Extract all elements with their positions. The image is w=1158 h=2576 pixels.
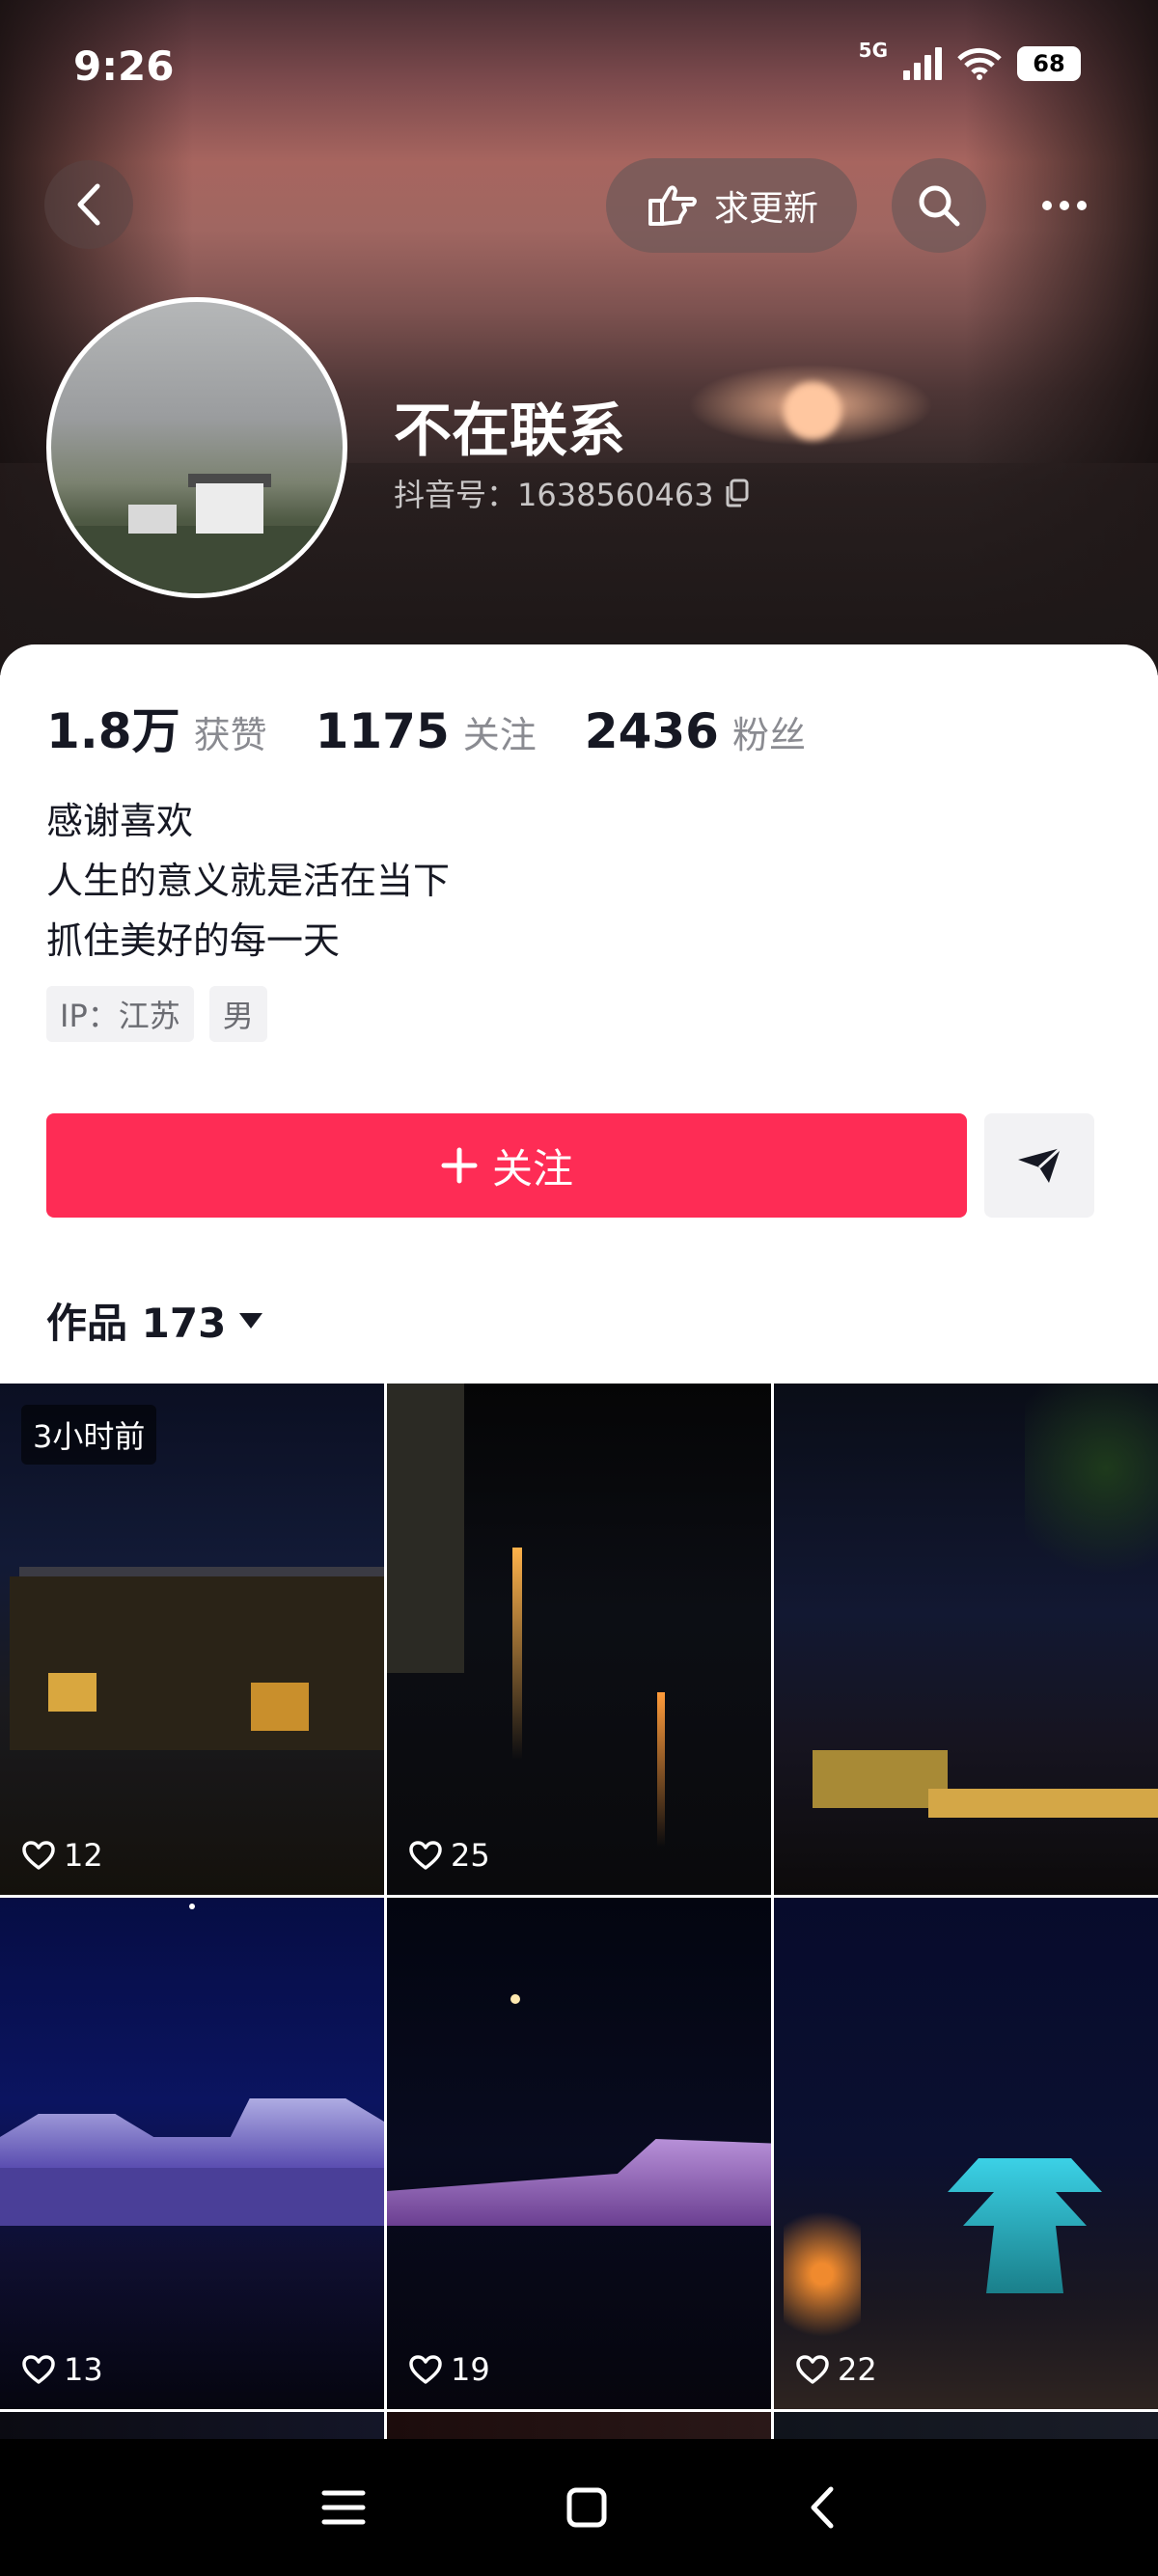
status-bar: 9:26 5G 68 bbox=[0, 0, 1158, 135]
caret-down-icon bbox=[239, 1312, 263, 1329]
menu-icon[interactable] bbox=[321, 2488, 366, 2527]
like-count: 25 bbox=[408, 1837, 490, 1874]
back-icon[interactable] bbox=[808, 2485, 837, 2530]
like-count: 22 bbox=[795, 2351, 877, 2388]
network-type: 5G bbox=[858, 39, 888, 62]
time-badge: 3小时前 bbox=[21, 1405, 157, 1465]
video-tile[interactable]: 19 bbox=[387, 1898, 771, 2409]
follow-button[interactable]: 关注 bbox=[46, 1113, 967, 1218]
video-tile[interactable] bbox=[387, 2412, 771, 2441]
wifi-icon bbox=[957, 47, 1002, 80]
bio-line: 抓住美好的每一天 bbox=[46, 919, 341, 962]
video-tile[interactable]: 13 bbox=[0, 1898, 384, 2409]
send-icon bbox=[1018, 1146, 1062, 1183]
stat-value: 1.8万 bbox=[46, 703, 180, 759]
more-dot-icon bbox=[1077, 201, 1087, 210]
profile-tags: IP：江苏 男 bbox=[46, 986, 267, 1042]
stat-label: 获赞 bbox=[193, 714, 267, 756]
pointing-hand-icon bbox=[648, 185, 697, 226]
video-tile[interactable] bbox=[774, 2412, 1158, 2441]
video-tile[interactable]: 22 bbox=[774, 1898, 1158, 2409]
avatar[interactable] bbox=[46, 297, 347, 598]
request-update-label: 求更新 bbox=[713, 189, 818, 229]
search-icon bbox=[919, 185, 960, 227]
like-count: 12 bbox=[21, 1837, 103, 1874]
system-nav-bar bbox=[0, 2439, 1158, 2576]
video-tile[interactable]: 25 bbox=[387, 1384, 771, 1895]
profile-stats: 1.8万 获赞 1175 关注 2436 粉丝 bbox=[46, 693, 854, 762]
battery-icon: 68 bbox=[1017, 46, 1081, 81]
video-tile[interactable] bbox=[774, 1384, 1158, 1895]
gender-tag: 男 bbox=[208, 986, 267, 1042]
like-count: 13 bbox=[21, 2351, 103, 2388]
stat-label: 粉丝 bbox=[731, 714, 806, 756]
heart-icon bbox=[409, 1841, 442, 1870]
heart-icon bbox=[22, 1841, 55, 1870]
heart-icon bbox=[22, 2355, 55, 2384]
bio-line: 感谢喜欢 bbox=[46, 800, 194, 842]
works-tab-label: 作品 173 bbox=[46, 1300, 227, 1347]
profile-name: 不在联系 bbox=[394, 397, 625, 465]
stat-value: 2436 bbox=[584, 703, 719, 759]
follow-label: 关注 bbox=[491, 1144, 573, 1192]
more-dot-icon bbox=[1042, 201, 1052, 210]
plus-icon bbox=[441, 1147, 478, 1184]
tab-works[interactable]: 作品 173 bbox=[46, 1291, 264, 1350]
status-time: 9:26 bbox=[73, 42, 175, 90]
copy-icon[interactable] bbox=[724, 479, 751, 507]
home-icon[interactable] bbox=[565, 2486, 608, 2529]
signal-icon bbox=[903, 47, 942, 80]
video-grid: 3小时前 12 25 13 19 22 bbox=[0, 1384, 1158, 2441]
stat-label: 关注 bbox=[462, 714, 537, 756]
profile-card: 1.8万 获赞 1175 关注 2436 粉丝 感谢喜欢 人生的意义就是活在当下… bbox=[0, 644, 1158, 2576]
heart-icon bbox=[796, 2355, 829, 2384]
stat-followers[interactable]: 2436 粉丝 bbox=[585, 703, 806, 759]
request-update-button[interactable]: 求更新 bbox=[606, 158, 857, 253]
douyin-id-text: 抖音号：1638560463 bbox=[394, 477, 714, 513]
ip-location-tag: IP：江苏 bbox=[46, 986, 194, 1042]
status-icons: 5G 68 bbox=[859, 39, 1081, 81]
send-message-button[interactable] bbox=[984, 1113, 1094, 1218]
cover-sun bbox=[784, 382, 841, 440]
stat-likes[interactable]: 1.8万 获赞 bbox=[46, 693, 267, 762]
back-button[interactable] bbox=[44, 160, 133, 249]
video-tile[interactable]: 3小时前 12 bbox=[0, 1384, 384, 1895]
more-button[interactable] bbox=[1017, 158, 1112, 253]
video-tile[interactable] bbox=[0, 2412, 384, 2441]
like-count: 19 bbox=[408, 2351, 490, 2388]
douyin-id[interactable]: 抖音号：1638560463 bbox=[394, 471, 751, 515]
stat-value: 1175 bbox=[315, 703, 450, 759]
chevron-left-icon bbox=[77, 183, 100, 226]
more-dot-icon bbox=[1060, 201, 1069, 210]
stat-following[interactable]: 1175 关注 bbox=[316, 703, 537, 759]
bio-line: 人生的意义就是活在当下 bbox=[46, 860, 451, 902]
heart-icon bbox=[409, 2355, 442, 2384]
profile-bio: 感谢喜欢 人生的意义就是活在当下 抓住美好的每一天 bbox=[46, 791, 450, 971]
search-button[interactable] bbox=[892, 158, 986, 253]
